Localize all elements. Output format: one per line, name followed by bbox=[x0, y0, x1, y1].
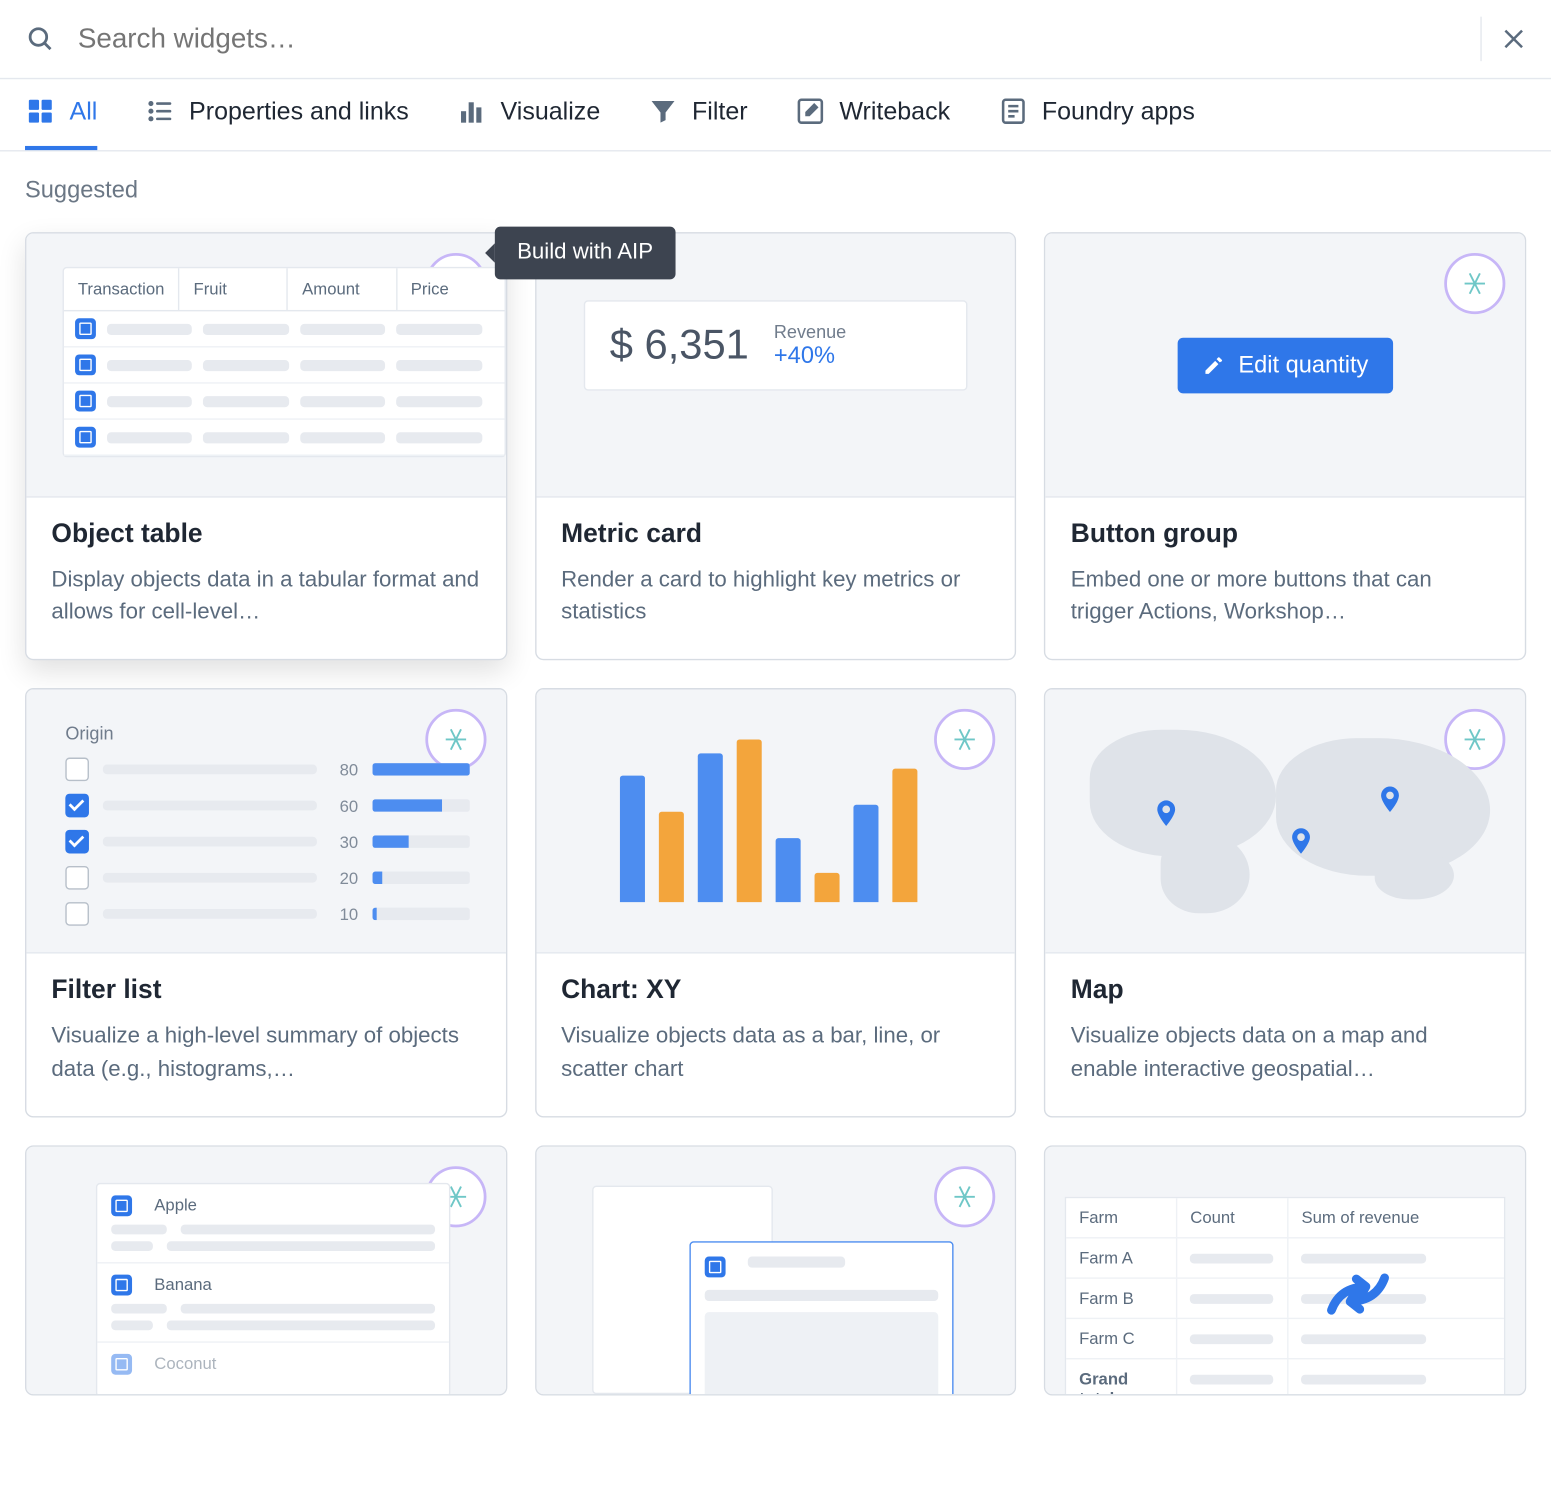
preview-col: Transaction bbox=[64, 268, 180, 310]
preview-col: Fruit bbox=[180, 268, 289, 310]
card-title: Map bbox=[1071, 976, 1500, 1007]
card-desc: Render a card to highlight key metrics o… bbox=[561, 564, 990, 628]
vertical-divider bbox=[1480, 17, 1481, 61]
tab-label: Properties and links bbox=[189, 97, 409, 126]
widget-card-object-table[interactable]: Transaction Fruit Amount Price Object ta… bbox=[25, 232, 507, 661]
card-title: Filter list bbox=[51, 976, 480, 1007]
metric-value: $ 6,351 bbox=[610, 322, 749, 369]
card-title: Metric card bbox=[561, 520, 990, 551]
widget-card-drilldown[interactable] bbox=[535, 1145, 1017, 1395]
widget-card-map[interactable]: Map Visualize objects data on a map and … bbox=[1044, 689, 1526, 1118]
card-preview: Transaction Fruit Amount Price bbox=[26, 234, 505, 498]
tab-foundry-apps[interactable]: Foundry apps bbox=[997, 96, 1194, 150]
swap-arrow-icon bbox=[1309, 1245, 1406, 1346]
category-tabs: All Properties and links Visualize Filte… bbox=[0, 79, 1551, 151]
card-preview: Farm Count Sum of revenue Farm A Farm B … bbox=[1046, 1146, 1525, 1393]
widget-card-pivot[interactable]: Farm Count Sum of revenue Farm A Farm B … bbox=[1044, 1145, 1526, 1395]
search-bar bbox=[0, 0, 1551, 79]
pencil-icon bbox=[1202, 354, 1224, 376]
search-icon bbox=[25, 24, 56, 55]
tab-label: Filter bbox=[692, 97, 748, 126]
list-icon bbox=[145, 96, 176, 127]
card-title: Chart: XY bbox=[561, 976, 990, 1007]
card-title: Button group bbox=[1071, 520, 1500, 551]
aip-badge[interactable] bbox=[1444, 253, 1505, 314]
widget-card-button-group[interactable]: Edit quantity Button group Embed one or … bbox=[1044, 232, 1526, 661]
widget-card-filter-list[interactable]: Origin 80 60 30 20 10 Filter list Visual… bbox=[25, 689, 507, 1118]
card-desc: Visualize a high-level summary of object… bbox=[51, 1021, 480, 1085]
card-desc: Visualize objects data on a map and enab… bbox=[1071, 1021, 1500, 1085]
card-desc: Embed one or more buttons that can trigg… bbox=[1071, 564, 1500, 628]
card-preview bbox=[536, 690, 1015, 954]
tab-filter[interactable]: Filter bbox=[648, 96, 748, 150]
tab-label: Foundry apps bbox=[1042, 97, 1195, 126]
card-desc: Visualize objects data as a bar, line, o… bbox=[561, 1021, 990, 1085]
tab-visualize[interactable]: Visualize bbox=[456, 96, 600, 150]
card-preview bbox=[536, 1146, 1015, 1393]
preview-button-label: Edit quantity bbox=[1238, 351, 1368, 379]
preview-col: Amount bbox=[288, 268, 397, 310]
tab-label: Visualize bbox=[501, 97, 601, 126]
tab-label: Writeback bbox=[839, 97, 950, 126]
metric-delta: +40% bbox=[774, 342, 846, 370]
section-heading: Suggested bbox=[0, 152, 1551, 213]
widget-card-object-list[interactable]: Apple Banana Coconut bbox=[25, 1145, 507, 1395]
document-icon bbox=[997, 96, 1028, 127]
edit-square-icon bbox=[795, 96, 826, 127]
aip-tooltip: Build with AIP bbox=[495, 227, 675, 280]
bar-chart-icon bbox=[456, 96, 487, 127]
tab-label: All bbox=[70, 97, 98, 126]
widget-card-chart-xy[interactable]: Chart: XY Visualize objects data as a ba… bbox=[535, 689, 1017, 1118]
close-icon[interactable] bbox=[1501, 26, 1526, 51]
card-title: Object table bbox=[51, 520, 480, 551]
preview-col: Price bbox=[397, 268, 504, 310]
card-preview: Origin 80 60 30 20 10 bbox=[26, 690, 505, 954]
widget-grid: Build with AIP Transaction Fruit Amount … bbox=[0, 213, 1551, 1437]
search-input[interactable] bbox=[78, 23, 1461, 55]
preview-button: Edit quantity bbox=[1177, 337, 1393, 393]
tab-writeback[interactable]: Writeback bbox=[795, 96, 950, 150]
card-preview: Apple Banana Coconut bbox=[26, 1146, 505, 1393]
card-desc: Display objects data in a tabular format… bbox=[51, 564, 480, 628]
funnel-icon bbox=[648, 96, 679, 127]
tab-all[interactable]: All bbox=[25, 96, 97, 150]
preview-header: Origin bbox=[65, 723, 469, 744]
metric-label: Revenue bbox=[774, 321, 846, 342]
card-preview: Edit quantity bbox=[1046, 234, 1525, 498]
grid-icon bbox=[25, 96, 56, 127]
tab-properties[interactable]: Properties and links bbox=[145, 96, 409, 150]
card-preview bbox=[1046, 690, 1525, 954]
widget-card-metric-card[interactable]: $ 6,351 Revenue +40% Metric card Render … bbox=[535, 232, 1017, 661]
